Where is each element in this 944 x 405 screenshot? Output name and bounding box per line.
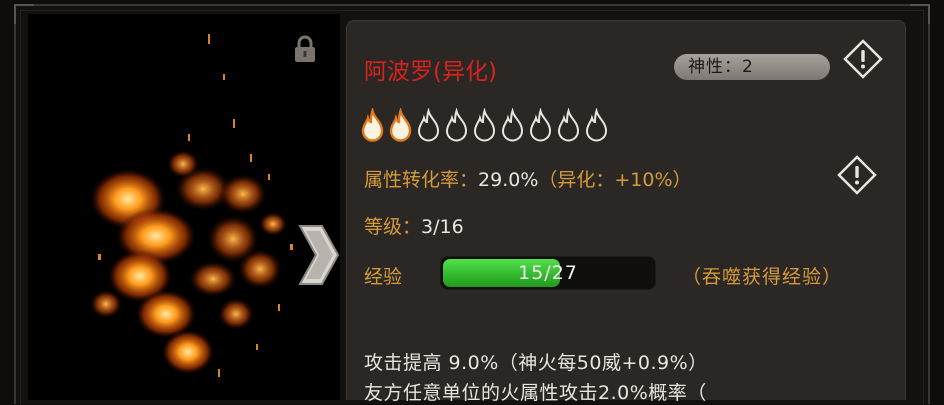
frame-corner: [910, 4, 930, 24]
chevron-right-icon[interactable]: [296, 222, 342, 288]
divinity-badge: 神性：2: [674, 54, 830, 80]
flame-icon-lit: [389, 108, 412, 142]
level-row: 等级：3/16: [364, 212, 464, 239]
flame-icon-empty: [417, 108, 440, 142]
attr-rate-row: 属性转化率：29.0%（异化：+10%）: [364, 165, 692, 192]
flame-icon-empty: [473, 108, 496, 142]
level-label: 等级：: [364, 216, 422, 238]
devour-exp-link[interactable]: （吞噬获得经验）: [682, 262, 842, 289]
attr-rate-label: 属性转化率：: [364, 169, 479, 191]
warning-diamond-icon[interactable]: [842, 38, 884, 80]
attr-rate-value: 29.0%: [478, 169, 539, 191]
flame-icon-empty: [585, 108, 608, 142]
exp-progress-text: 15/27: [518, 262, 578, 284]
divine-fire-artwork: [28, 14, 340, 400]
exp-progress-bar: 15/27: [440, 256, 656, 290]
flame-icon-empty: [529, 108, 552, 142]
flame-icon-empty: [557, 108, 580, 142]
lock-icon[interactable]: [292, 34, 318, 64]
effect-line-1: 攻击提高 9.0%（神火每50威+0.9%）: [364, 352, 708, 374]
flame-icon-lit: [361, 108, 384, 142]
flame-rating: [360, 108, 609, 144]
flame-icon-empty: [501, 108, 524, 142]
warning-diamond-icon[interactable]: [836, 154, 878, 196]
fire-swirls: [90, 150, 287, 374]
effect-line-2: 友方任意单位的火属性攻击2.0%概率（: [364, 382, 707, 404]
attr-rate-bonus: （异化：+10%）: [538, 169, 692, 191]
flame-icon-empty: [445, 108, 468, 142]
exp-label: 经验: [364, 266, 403, 288]
level-value: 3/16: [421, 216, 464, 238]
card-name: 阿波罗(异化): [364, 59, 497, 85]
